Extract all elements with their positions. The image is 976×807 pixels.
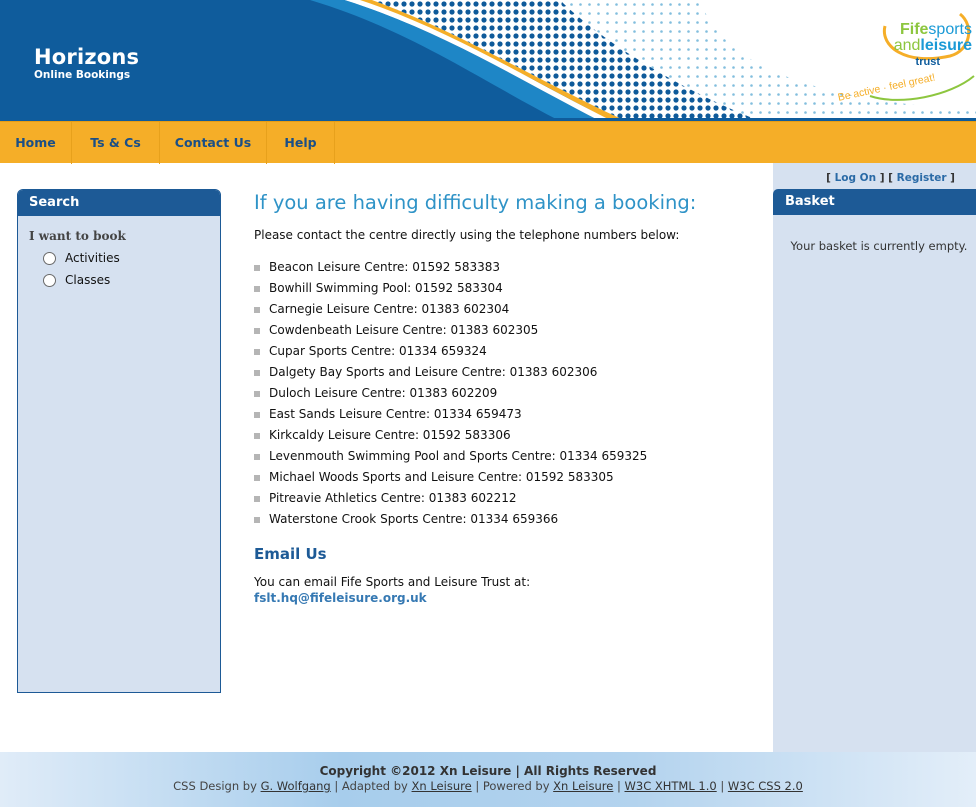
list-item: Beacon Leisure Centre: 01592 583383 [254,257,764,278]
nav-contact-us[interactable]: Contact Us [160,122,267,164]
page-title: If you are having difficulty making a bo… [254,191,697,214]
right-column [773,163,976,807]
nav-terms[interactable]: Ts & Cs [72,122,160,164]
bracket-text: [ [826,172,835,184]
email-link[interactable]: fslt.hq@fifeleisure.org.uk [254,590,764,606]
brand-subtitle: Online Bookings [34,69,131,81]
logo-word-leisure: leisure [920,37,972,54]
list-item: Dalgety Bay Sports and Leisure Centre: 0… [254,362,764,383]
bracket-text: ] [946,172,955,184]
logo-text: Fifesports andleisure trust [832,22,972,70]
bullet-icon [254,264,260,271]
want-to-book-label: I want to book [29,229,126,243]
powered-by-link[interactable]: Xn Leisure [553,779,613,793]
search-panel-title: Search [18,190,220,216]
list-item: Duloch Leisure Centre: 01383 602209 [254,383,764,404]
search-panel: Search I want to book Activities Classes [17,189,221,693]
option-activities[interactable]: Activities [43,250,120,266]
site-header: Horizons Online Bookings Fifesports andl… [0,0,976,121]
centre-entry: Waterstone Crook Sports Centre: 01334 65… [269,512,559,526]
footer-text: | [613,779,625,793]
centre-entry: Carnegie Leisure Centre: 01383 602304 [269,302,510,316]
basket-empty-text: Your basket is currently empty. [790,239,968,253]
brand[interactable]: Horizons Online Bookings [34,45,139,81]
brand-title: Horizons [34,45,140,69]
centre-entry: Pitreavie Athletics Centre: 01383 602212 [269,491,517,505]
bracket-text: ] [ [876,172,897,184]
basket-title: Basket [773,189,976,215]
centre-entry: Levenmouth Swimming Pool and Sports Cent… [269,449,648,463]
activities-label[interactable]: Activities [65,251,120,265]
fife-sports-logo[interactable]: Fifesports andleisure trust Be active · … [810,6,976,118]
xhtml-validator-link[interactable]: W3C XHTML 1.0 [625,779,717,793]
register-link[interactable]: Register [897,172,947,184]
bullet-icon [254,348,260,355]
designer-link[interactable]: G. Wolfgang [261,779,331,793]
logo-word-sports: sports [928,21,972,38]
list-item: East Sands Leisure Centre: 01334 659473 [254,404,764,425]
bullet-icon [254,516,260,523]
list-item: Carnegie Leisure Centre: 01383 602304 [254,299,764,320]
main-content: If you are having difficulty making a bo… [254,189,764,606]
list-item: Cupar Sports Centre: 01334 659324 [254,341,764,362]
footer-text: | Adapted by [330,779,412,793]
centre-entry: Cowdenbeath Leisure Centre: 01383 602305 [269,323,539,337]
list-item: Michael Woods Sports and Leisure Centre:… [254,467,764,488]
list-item: Kirkcaldy Leisure Centre: 01592 583306 [254,425,764,446]
logo-word-fife: Fife [899,21,929,38]
centre-entry: Duloch Leisure Centre: 01383 602209 [269,386,498,400]
bullet-icon [254,306,260,313]
list-item: Bowhill Swimming Pool: 01592 583304 [254,278,764,299]
option-classes[interactable]: Classes [43,272,110,288]
list-item: Cowdenbeath Leisure Centre: 01383 602305 [254,320,764,341]
bullet-icon [254,453,260,460]
main-nav: Home Ts & Cs Contact Us Help [0,121,976,164]
bullet-icon [254,390,260,397]
logo-word-trust: trust [915,56,940,68]
nav-help[interactable]: Help [267,122,335,164]
centre-entry: Cupar Sports Centre: 01334 659324 [269,344,487,358]
classes-label[interactable]: Classes [65,273,110,287]
classes-radio[interactable] [43,273,56,287]
list-item: Pitreavie Athletics Centre: 01383 602212 [254,488,764,509]
nav-home[interactable]: Home [0,122,72,164]
list-item: Waterstone Crook Sports Centre: 01334 65… [254,509,764,530]
email-heading: Email Us [254,545,327,563]
list-item: Levenmouth Swimming Pool and Sports Cent… [254,446,764,467]
centre-list: Beacon Leisure Centre: 01592 583383 Bowh… [254,257,764,530]
footer-text: | Powered by [471,779,554,793]
centre-entry: East Sands Leisure Centre: 01334 659473 [269,407,522,421]
bullet-icon [254,474,260,481]
logo-word-and: and [893,37,921,54]
log-on-link[interactable]: Log On [835,172,876,184]
bullet-icon [254,369,260,376]
intro-text: Please contact the centre directly using… [254,228,680,242]
bullet-icon [254,411,260,418]
footer-text: CSS Design by [173,779,261,793]
css-validator-link[interactable]: W3C CSS 2.0 [728,779,803,793]
account-links: [ Log On ] [ Register ] [775,172,955,184]
bullet-icon [254,432,260,439]
centre-entry: Bowhill Swimming Pool: 01592 583304 [269,281,503,295]
footer-credits: CSS Design by G. Wolfgang | Adapted by X… [0,779,976,793]
activities-radio[interactable] [43,251,56,265]
centre-entry: Dalgety Bay Sports and Leisure Centre: 0… [269,365,598,379]
bullet-icon [254,495,260,502]
email-text: You can email Fife Sports and Leisure Tr… [254,575,531,589]
bullet-icon [254,327,260,334]
centre-entry: Kirkcaldy Leisure Centre: 01592 583306 [269,428,511,442]
footer-text: | [716,779,728,793]
bullet-icon [254,285,260,292]
adapter-link[interactable]: Xn Leisure [412,779,472,793]
footer-copyright: Copyright ©2012 Xn Leisure | All Rights … [319,764,657,778]
centre-entry: Beacon Leisure Centre: 01592 583383 [269,260,501,274]
centre-entry: Michael Woods Sports and Leisure Centre:… [269,470,614,484]
